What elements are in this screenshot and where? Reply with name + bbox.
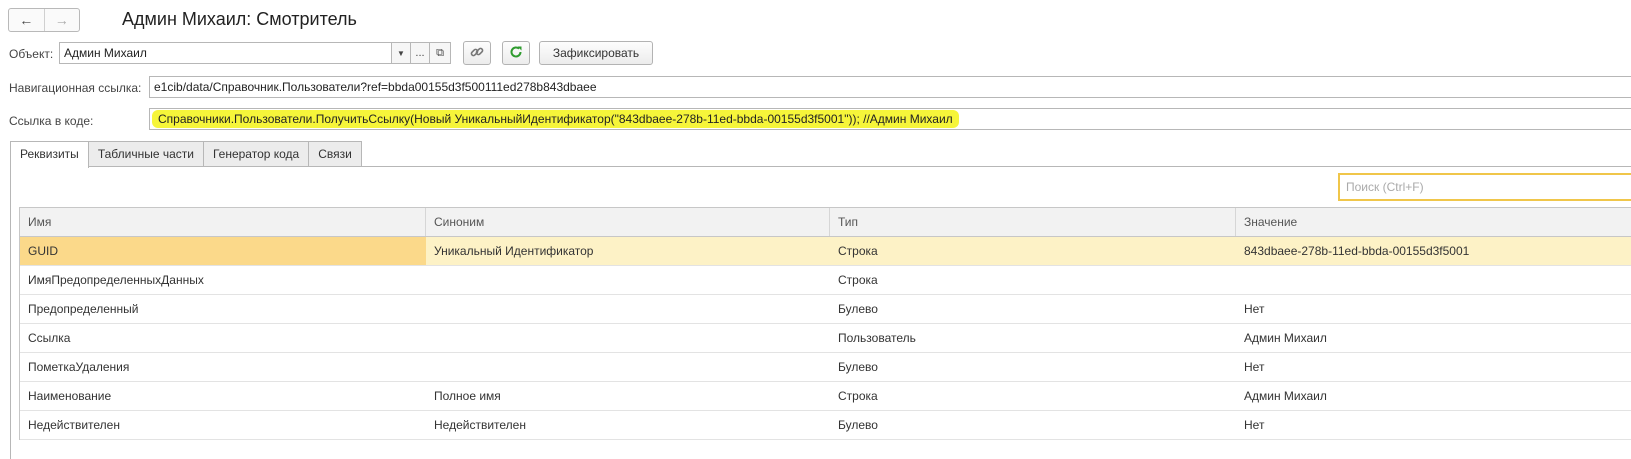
history-nav: ← → [8, 8, 80, 32]
nav-link-field[interactable]: e1cib/data/Справочник.Пользователи?ref=b… [149, 76, 1631, 98]
link-icon [470, 45, 484, 62]
cell-type: Булево [838, 302, 878, 316]
cell-name: Недействителен [28, 418, 120, 432]
table-row[interactable]: Ссылка Пользователь Админ Михаил [20, 324, 1631, 353]
open-button[interactable]: ⧉ [429, 42, 451, 64]
cell-type: Строка [838, 273, 878, 287]
code-link-field[interactable]: Справочники.Пользователи.ПолучитьСсылку(… [149, 108, 1631, 130]
cell-value: Нет [1244, 360, 1265, 374]
cell-synonym [426, 266, 830, 294]
triangle-down-icon: ▼ [397, 48, 405, 58]
cell-type: Строка [838, 244, 878, 258]
cell-value: Нет [1244, 418, 1265, 432]
cell-type: Пользователь [838, 331, 916, 345]
cell-synonym: Полное имя [434, 389, 501, 403]
code-link-value: Справочники.Пользователи.ПолучитьСсылку(… [152, 110, 959, 128]
tab-table-parts[interactable]: Табличные части [87, 141, 204, 166]
window-title: Админ Михаил: Смотритель [122, 9, 357, 29]
object-field[interactable]: Админ Михаил [59, 42, 392, 64]
cell-synonym [426, 295, 830, 323]
select-button[interactable]: ... [410, 42, 430, 64]
tab-requisites[interactable]: Реквизиты [10, 141, 89, 168]
table-row[interactable]: Недействителен Недействителен Булево Нет [20, 411, 1631, 440]
cell-synonym [426, 353, 830, 381]
ellipsis-icon: ... [415, 47, 425, 59]
cell-value [1236, 266, 1631, 294]
cell-name: Предопределенный [28, 302, 139, 316]
column-header-name[interactable]: Имя [20, 208, 426, 236]
back-button[interactable]: ← [9, 9, 44, 31]
cell-name: GUID [20, 237, 426, 265]
column-header-type[interactable]: Тип [830, 208, 1236, 236]
refresh-button[interactable] [502, 41, 530, 65]
fix-button[interactable]: Зафиксировать [539, 41, 653, 65]
dropdown-button[interactable]: ▼ [391, 42, 411, 64]
tab-code-generator[interactable]: Генератор кода [202, 141, 310, 166]
tab-bar: Реквизиты Табличные части Генератор кода… [10, 141, 362, 168]
object-label: Объект: [9, 47, 54, 61]
cell-synonym [426, 324, 830, 352]
column-header-synonym[interactable]: Синоним [426, 208, 830, 236]
cell-name: Наименование [28, 389, 112, 403]
code-link-label: Ссылка в коде: [9, 114, 94, 128]
open-window-icon: ⧉ [436, 46, 444, 59]
cell-value: Админ Михаил [1244, 331, 1327, 345]
cell-name: ПометкаУдаления [28, 360, 130, 374]
forward-button[interactable]: → [43, 9, 80, 31]
cell-name: Ссылка [28, 331, 71, 345]
cell-value: 843dbaee-278b-11ed-bbda-00155d3f5001 [1244, 244, 1470, 258]
cell-type: Строка [838, 389, 878, 403]
table-row[interactable]: ИмяПредопределенныхДанных Строка [20, 266, 1631, 295]
cell-synonym: Уникальный Идентификатор [434, 244, 594, 258]
arrow-right-icon: → [54, 12, 69, 28]
search-input[interactable]: Поиск (Ctrl+F) [1338, 173, 1631, 201]
tab-links[interactable]: Связи [308, 141, 362, 166]
cell-synonym: Недействителен [434, 418, 526, 432]
cell-name: ИмяПредопределенныхДанных [28, 273, 204, 287]
column-header-value[interactable]: Значение [1236, 208, 1631, 236]
copy-link-button[interactable] [463, 41, 491, 65]
arrow-left-icon: ← [19, 12, 34, 28]
table-row[interactable]: GUID Уникальный Идентификатор Строка 843… [20, 237, 1631, 266]
cell-type: Булево [838, 418, 878, 432]
nav-link-label: Навигационная ссылка: [9, 81, 142, 95]
table-row[interactable]: Предопределенный Булево Нет [20, 295, 1631, 324]
table-header: Имя Синоним Тип Значение [20, 208, 1631, 237]
cell-type: Булево [838, 360, 878, 374]
cell-value: Нет [1244, 302, 1265, 316]
refresh-icon [509, 45, 523, 62]
attributes-table: Имя Синоним Тип Значение GUID Уникальный… [19, 207, 1631, 440]
table-row[interactable]: ПометкаУдаления Булево Нет [20, 353, 1631, 382]
cell-value: Админ Михаил [1244, 389, 1327, 403]
table-row[interactable]: Наименование Полное имя Строка Админ Мих… [20, 382, 1631, 411]
